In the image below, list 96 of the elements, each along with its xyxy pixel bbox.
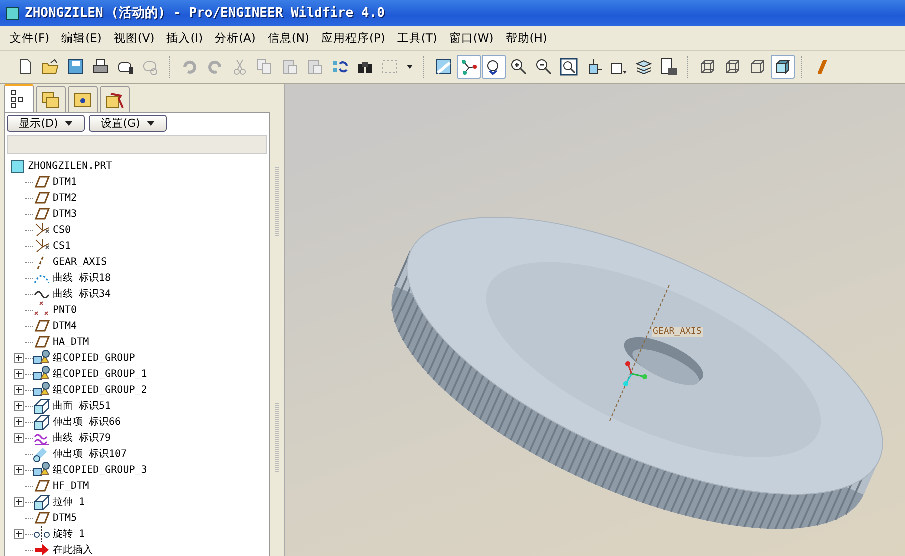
layers-icon: [635, 58, 653, 76]
table-camera-icon: [660, 58, 678, 76]
grip-handle[interactable]: [275, 403, 279, 473]
caret-icon[interactable]: [407, 65, 413, 69]
dropdown-button[interactable]: 显示(D): [7, 115, 85, 132]
tree-item[interactable]: DTM3: [53, 208, 78, 220]
menu-item[interactable]: 帮助(H): [500, 30, 554, 46]
expand-icon[interactable]: [14, 433, 24, 443]
zoom-out-icon: [535, 58, 553, 76]
toolbar-button[interactable]: [557, 55, 581, 79]
expand-icon[interactable]: [14, 417, 24, 427]
datum-plane-icon: [818, 60, 826, 74]
grip-handle[interactable]: [275, 167, 279, 237]
tree-item[interactable]: HA_DTM: [53, 336, 90, 348]
expand-icon[interactable]: [14, 369, 24, 379]
expand-icon[interactable]: [14, 529, 24, 539]
tree-item[interactable]: CS0: [53, 224, 72, 236]
coordinate-triad-icon: [624, 362, 648, 386]
tree-item[interactable]: DTM4: [53, 320, 78, 332]
cube-icon: [749, 58, 767, 76]
expand-icon[interactable]: [14, 353, 24, 363]
menu-item[interactable]: 编辑(E): [56, 30, 108, 46]
panel-tab[interactable]: [68, 86, 98, 112]
tree-item[interactable]: 组COPIED_GROUP_3: [53, 463, 148, 477]
datum-display-icon: [460, 58, 478, 76]
expand-icon[interactable]: [14, 385, 24, 395]
toolbar-button[interactable]: [771, 55, 795, 79]
axis-label: GEAR_AXIS: [652, 327, 703, 337]
toolbar-button[interactable]: [482, 55, 506, 79]
extrude-icon: [33, 493, 51, 511]
coordinate-system-icon: [33, 237, 51, 255]
tree-item[interactable]: PNT0: [53, 304, 78, 316]
menu-item[interactable]: 视图(V): [108, 30, 161, 46]
shaded-cube-icon: [774, 58, 792, 76]
zoom-in-icon: [510, 58, 528, 76]
wireframe-cube-icon: [724, 58, 742, 76]
menu-item[interactable]: 插入(I): [160, 30, 210, 46]
tree-item[interactable]: 拉伸 1: [53, 495, 86, 509]
scissors-icon: [231, 58, 249, 76]
tree-item[interactable]: 曲线 标识18: [53, 271, 112, 285]
wireframe-cube-icon: [699, 58, 717, 76]
menu-item[interactable]: 信息(N): [262, 30, 316, 46]
redo-icon: [206, 58, 224, 76]
tree-item[interactable]: 组COPIED_GROUP: [53, 351, 136, 365]
tree-item[interactable]: 伸出项 标识107: [53, 447, 128, 461]
tree-item[interactable]: 曲线 标识79: [53, 431, 112, 445]
panel-tab[interactable]: [100, 86, 130, 112]
extrude-icon: [33, 397, 51, 415]
panel-tab[interactable]: [4, 84, 34, 112]
tree-item[interactable]: 曲面 标识51: [53, 399, 112, 413]
tree-item[interactable]: 组COPIED_GROUP_1: [53, 367, 148, 381]
window-title: ZHONGZILEN (活动的) - Pro/ENGINEER Wildfire 4.0: [25, 5, 385, 22]
tree-item[interactable]: DTM2: [53, 192, 78, 204]
expand-icon[interactable]: [14, 497, 24, 507]
tree-item[interactable]: CS1: [53, 240, 72, 252]
cube-icon: [6, 6, 19, 20]
extrude-icon: [33, 413, 51, 431]
tree-item[interactable]: HF_DTM: [53, 480, 90, 492]
tree-item[interactable]: 曲线 标识34: [53, 287, 112, 301]
caret-icon: [146, 121, 155, 126]
folder-icon: [42, 58, 60, 76]
menu-item[interactable]: 分析(A): [209, 30, 262, 46]
coordinate-system-icon: [33, 221, 51, 239]
clipboard-icon: [281, 58, 299, 76]
repaint-icon: [435, 58, 453, 76]
tree-item[interactable]: 组COPIED_GROUP_2: [53, 383, 148, 397]
selection-box-icon: [381, 58, 399, 76]
printer-icon: [92, 58, 110, 76]
expand-icon[interactable]: [14, 465, 24, 475]
tree-item[interactable]: 伸出项 标识66: [53, 415, 122, 429]
tree-item[interactable]: DTM5: [53, 512, 78, 524]
folders-icon: [41, 90, 61, 110]
arrow-icon: [33, 541, 51, 556]
group-icon: [33, 365, 51, 383]
clipboard-icon: [306, 58, 324, 76]
caret-icon: [64, 121, 73, 126]
menu-item[interactable]: 工具(T): [391, 30, 444, 46]
tree-item[interactable]: 在此插入: [53, 543, 93, 556]
refit-icon: [560, 58, 578, 76]
dropdown-button[interactable]: 设置(G): [89, 115, 167, 132]
menu-item[interactable]: 文件(F): [4, 30, 56, 46]
expand-icon[interactable]: [14, 401, 24, 411]
group-icon: [33, 381, 51, 399]
part-icon: [11, 160, 24, 172]
curve-icon: [33, 290, 51, 298]
group-icon: [33, 461, 51, 479]
revolve-icon: [33, 525, 51, 543]
tree-item[interactable]: ZHONGZILEN.PRT: [28, 160, 112, 172]
menu-item[interactable]: 窗口(W): [443, 30, 500, 46]
tree-item[interactable]: GEAR_AXIS: [53, 256, 108, 268]
copy-icon: [256, 58, 274, 76]
menu-item[interactable]: 应用程序(P): [315, 30, 392, 46]
group-icon: [33, 349, 51, 367]
undo-icon: [181, 58, 199, 76]
tree-item[interactable]: 旋转 1: [53, 527, 86, 541]
tree-item[interactable]: DTM1: [53, 176, 78, 188]
